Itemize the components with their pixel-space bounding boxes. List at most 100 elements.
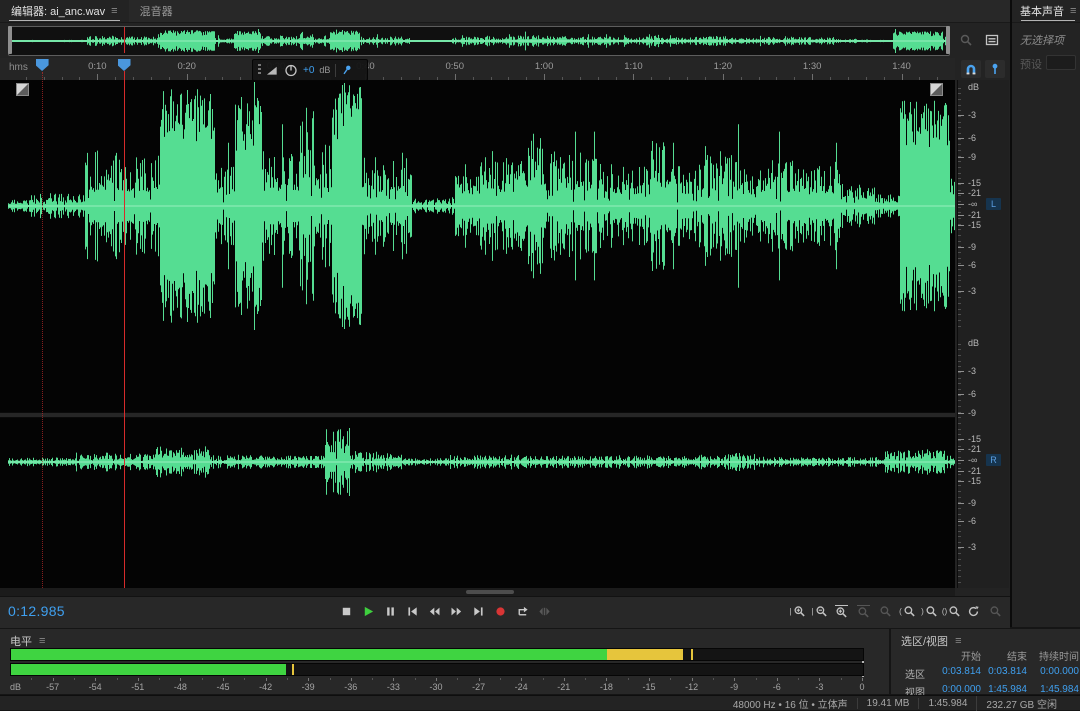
meter-tick: [777, 678, 778, 681]
skip-selection-button[interactable]: [534, 602, 554, 621]
rewind-button[interactable]: [424, 602, 444, 621]
stop-button[interactable]: [336, 602, 356, 621]
snap-toggle-button[interactable]: [961, 60, 981, 78]
levels-menu-icon[interactable]: ≡: [39, 636, 45, 647]
meter-scale-label: -57: [46, 682, 59, 692]
row-selection-label: 选区: [895, 666, 927, 681]
volume-hud[interactable]: +0 dB: [252, 59, 368, 81]
zoom-selection-button[interactable]: [831, 602, 852, 621]
meter-green-fill: [11, 664, 286, 675]
play-button[interactable]: [358, 602, 378, 621]
zoom-out-point-button[interactable]: ): [919, 602, 940, 621]
loop-playback-button[interactable]: [512, 602, 532, 621]
horizontal-scrollbar[interactable]: [0, 588, 955, 596]
overview-zoom-icon[interactable]: [956, 31, 976, 49]
stop-icon: [340, 605, 353, 618]
hud-separator: [335, 64, 336, 77]
zoom-out-icon: [815, 605, 828, 618]
col-duration: 持续时间: [1027, 648, 1079, 663]
meter-scale-label: -18: [600, 682, 613, 692]
db-unit-label: dB: [968, 82, 979, 92]
zoom-last-button[interactable]: [985, 602, 1006, 621]
preset-label: 预设: [1020, 56, 1042, 72]
tab-essential-sound[interactable]: 基本声音 ≡: [1012, 0, 1080, 22]
zoom-in-button[interactable]: |: [787, 602, 808, 621]
db-minor-tick: [958, 178, 961, 179]
selection-duration-value[interactable]: 0:00.000: [1027, 666, 1079, 681]
selection-end-value[interactable]: 0:03.814: [981, 666, 1027, 681]
db-minor-tick: [958, 497, 961, 498]
record-button[interactable]: [490, 602, 510, 621]
pause-button[interactable]: [380, 602, 400, 621]
tab-mixer[interactable]: 混音器: [129, 0, 184, 22]
panel-menu-icon[interactable]: ≡: [111, 6, 117, 17]
status-item-1: 19.41 MB: [857, 698, 919, 709]
db-scale-label: -15: [968, 434, 981, 444]
selection-view-table: 开始 结束 持续时间 选区 0:03.814 0:03.814 0:00.000…: [895, 648, 1079, 699]
zoom-vertical-button[interactable]: [875, 602, 896, 621]
db-major-tick: [958, 115, 964, 116]
hud-drag-handle[interactable]: [258, 64, 261, 76]
overview-range-handle-left[interactable]: [8, 26, 12, 54]
fade-out-handle[interactable]: [930, 83, 943, 96]
meter-minor-tick: [287, 678, 288, 680]
zoom-both-points-button[interactable]: (): [941, 602, 962, 621]
meter-peak-indicator: [292, 664, 294, 675]
db-scale-label: -∞: [968, 199, 977, 209]
channel-badge-r[interactable]: R: [986, 454, 1001, 466]
hud-pin-icon[interactable]: [341, 64, 353, 76]
fast-forward-icon: [450, 605, 463, 618]
zoom-in-point-button[interactable]: (: [897, 602, 918, 621]
current-time-display[interactable]: 0:12.985: [8, 603, 65, 619]
db-minor-tick: [958, 269, 961, 270]
fast-forward-button[interactable]: [446, 602, 466, 621]
db-minor-tick: [958, 229, 961, 230]
db-minor-tick: [958, 508, 961, 509]
meter-tick: [266, 678, 267, 681]
scrollbar-grip[interactable]: [466, 590, 514, 594]
magnet-icon: [964, 62, 978, 76]
zoom-both-points-icon: [948, 605, 961, 618]
selection-view-menu-icon[interactable]: ≡: [955, 636, 961, 647]
meter-scale-label: -6: [773, 682, 781, 692]
skip-to-start-button[interactable]: [402, 602, 422, 621]
waveform-display-options-button[interactable]: [982, 31, 1002, 49]
selection-start-value[interactable]: 0:03.814: [927, 666, 981, 681]
db-minor-tick: [958, 144, 961, 145]
gain-value[interactable]: +0: [303, 65, 314, 76]
fade-in-handle[interactable]: [16, 83, 29, 96]
levels-panel-header: 电平 ≡: [10, 633, 45, 649]
meter-scale-label: -27: [472, 682, 485, 692]
db-minor-tick: [958, 263, 961, 264]
ruler-time-label: 1:00: [535, 61, 554, 72]
skip-to-end-button[interactable]: [468, 602, 488, 621]
waveform-display[interactable]: [0, 80, 955, 588]
timeline-ruler[interactable]: hms 0:100:200:300:400:501:001:101:201:30…: [0, 58, 955, 81]
no-selection-text: 无选择项: [1020, 32, 1064, 48]
play-icon: [362, 605, 375, 618]
meter-minor-tick: [202, 678, 203, 680]
meter-tick: [606, 678, 607, 681]
db-minor-tick: [958, 297, 961, 298]
zoom-out-button[interactable]: |: [809, 602, 830, 621]
add-marker-button[interactable]: [985, 60, 1005, 78]
meter-track-r: [10, 663, 864, 676]
zoom-in-icon: [793, 605, 806, 618]
db-minor-tick: [958, 531, 961, 532]
levels-title: 电平: [10, 633, 32, 649]
meter-unit-label: dB: [10, 682, 21, 692]
channel-badge-l[interactable]: L: [986, 198, 1001, 210]
db-minor-tick: [958, 519, 961, 520]
skip-to-end-icon: [472, 605, 485, 618]
tab-editor[interactable]: 编辑器: ai_anc.wav ≡: [0, 0, 129, 22]
ruler-time-label: 1:40: [892, 61, 911, 72]
overview-strip[interactable]: [8, 26, 950, 56]
db-minor-tick: [958, 303, 961, 304]
meter-scale-label: -24: [515, 682, 528, 692]
zoom-selection-out-button[interactable]: [853, 602, 874, 621]
gain-knob-icon[interactable]: [284, 63, 298, 77]
zoom-reset-button[interactable]: [963, 602, 984, 621]
overview-range-handle-right[interactable]: [946, 26, 950, 54]
essential-sound-menu-icon[interactable]: ≡: [1070, 6, 1076, 17]
preset-dropdown[interactable]: [1046, 55, 1076, 70]
